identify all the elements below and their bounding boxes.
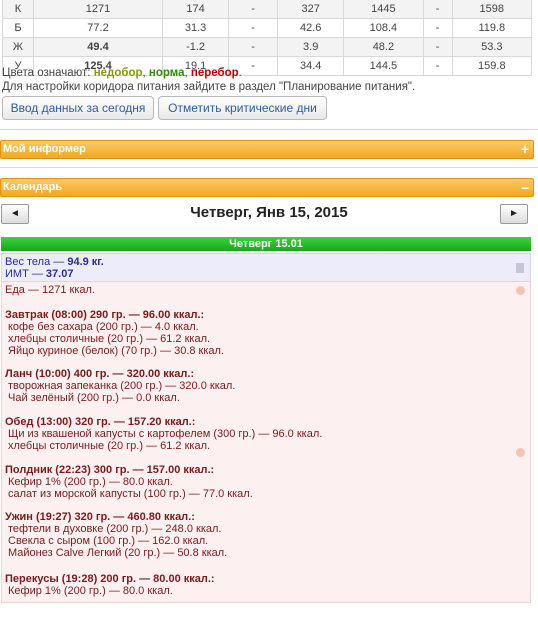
nutrient-table: К 1271 174 - 327 1445 - 1598 Б 77.2 31.3… <box>2 0 533 76</box>
dash: - <box>422 37 453 57</box>
nutrient-label: К <box>2 0 34 19</box>
table-row: К 1271 174 - 327 1445 - 1598 <box>2 0 533 19</box>
nutrient-min: 31.3 <box>161 18 230 38</box>
trash-icon[interactable] <box>516 263 524 273</box>
minus-icon[interactable]: – <box>521 179 529 196</box>
meal-item: хлебцы столичные (20 гр.) — 61.2 ккал. <box>8 333 211 345</box>
legend-norm: норма <box>148 67 185 79</box>
meal-header: Ланч (10:00) 400 гр. — 320.00 ккал.: <box>5 368 195 380</box>
legend-lack: недобор <box>93 67 143 79</box>
dash: - <box>228 0 279 19</box>
nutrient-total: 49.4 <box>33 37 163 57</box>
nutrient-min: -1.2 <box>161 37 230 57</box>
nutrient-max: 42.6 <box>277 18 345 38</box>
informer-title: Мой информер <box>3 143 86 155</box>
meal-item: Майонез Calve Легкий (20 гр.) — 50.8 кка… <box>8 547 228 559</box>
divider <box>0 167 538 168</box>
color-legend: Цвета означают: недобор, норма, перебор. <box>2 67 242 79</box>
weight-value: 94.9 кг. <box>67 256 104 268</box>
table-row: Б 77.2 31.3 - 42.6 108.4 - 119.8 <box>2 18 533 38</box>
nutrient-max: 34.4 <box>277 56 345 76</box>
bmi-label: ИМТ — <box>5 268 46 280</box>
nutrient-max2: 119.8 <box>451 18 533 38</box>
bmi-value: 37.07 <box>45 268 74 280</box>
meal-item: Свекла с сыром (100 гр.) — 162.0 ккал. <box>8 535 209 547</box>
nutrient-min: 174 <box>161 0 230 19</box>
meal-item: тефтели в духовке (200 гр.) — 248.0 ккал… <box>8 523 222 535</box>
meal-header: Ужин (19:27) 320 гр. — 460.80 ккал.: <box>5 511 195 523</box>
calendar-panel-header[interactable]: Календарь – <box>0 178 534 197</box>
meal-item: Кефир 1% (200 гр.) — 80.0 ккал. <box>8 476 173 488</box>
hand-icon[interactable] <box>516 286 525 295</box>
informer-panel-header[interactable]: Мой информер + <box>0 140 534 159</box>
dash: - <box>422 18 453 38</box>
meal-item: Яйцо куриное (белок) (70 гр.) — 30.8 кка… <box>8 345 225 357</box>
nutrient-label: Ж <box>2 37 34 57</box>
legend-suffix: . <box>238 67 242 79</box>
meal-item: Чай зелёный (200 гр.) — 0.0 ккал. <box>8 392 180 404</box>
dash: - <box>422 0 453 19</box>
meal-item: хлебцы столичные (20 гр.) — 61.2 ккал. <box>8 440 211 452</box>
plus-icon[interactable]: + <box>521 141 529 158</box>
prev-day-button[interactable]: ◄ <box>1 204 29 224</box>
nutrient-max: 3.9 <box>277 37 345 57</box>
meal-item: Кефир 1% (200 гр.) — 80.0 ккал. <box>8 585 173 597</box>
dash: - <box>228 18 279 38</box>
meal-header: Перекусы (19:28) 200 гр. — 80.00 ккал.: <box>5 573 215 585</box>
nutrient-max2: 159.8 <box>451 56 533 76</box>
table-row: Ж 49.4 -1.2 - 3.9 48.2 - 53.3 <box>2 37 533 57</box>
meal-item: кофе без сахара (200 гр.) — 4.0 ккал. <box>8 321 199 333</box>
weight-label: Вес тела — <box>5 256 68 268</box>
nutrient-min2: 1445 <box>343 0 424 19</box>
hand-icon[interactable] <box>516 448 525 457</box>
bmi-line: ИМТ — 37.07 <box>5 268 73 280</box>
meal-item: Щи из квашеной капусты с картофелем (300… <box>8 428 323 440</box>
dash: - <box>228 37 279 57</box>
next-day-button[interactable]: ► <box>500 204 528 224</box>
meal-header: Полдник (22:23) 300 гр. — 157.00 ккал.: <box>5 464 215 476</box>
dash: - <box>422 56 453 76</box>
meal-header: Обед (13:00) 320 гр. — 157.20 ккал.: <box>5 416 196 428</box>
nutrient-min2: 48.2 <box>343 37 424 57</box>
legend-prefix: Цвета означают: <box>2 67 94 79</box>
nutrient-max: 327 <box>277 0 345 19</box>
nutrient-max2: 1598 <box>451 0 533 19</box>
nutrient-min2: 108.4 <box>343 18 424 38</box>
meal-item: салат из морской капусты (100 гр.) — 77.… <box>8 488 253 500</box>
nutrient-total: 1271 <box>33 0 163 19</box>
corridor-hint: Для настройки коридора питания зайдите в… <box>2 81 416 93</box>
calendar-date-title: Четверг, Янв 15, 2015 <box>190 204 348 221</box>
day-bar: Четверг 15.01 <box>1 237 531 251</box>
food-total: Еда — 1271 ккал. <box>5 284 95 296</box>
nutrient-max2: 53.3 <box>451 37 533 57</box>
nutrient-total: 77.2 <box>33 18 163 38</box>
nutrient-min2: 144.5 <box>343 56 424 76</box>
enter-today-button[interactable]: Ввод данных за сегодня <box>2 96 154 120</box>
meal-item: творожная запеканка (200 гр.) — 320.0 кк… <box>8 380 236 392</box>
weight-line: Вес тела — 94.9 кг. <box>5 256 104 268</box>
meal-header: Завтрак (08:00) 290 гр. — 96.00 ккал.: <box>5 309 205 321</box>
divider <box>0 129 538 130</box>
mark-critical-days-button[interactable]: Отметить критические дни <box>158 96 327 120</box>
nutrient-label: Б <box>2 18 34 38</box>
calendar-title: Календарь <box>3 181 63 193</box>
weight-box: Вес тела — 94.9 кг. ИМТ — 37.07 <box>1 253 531 282</box>
food-box: Еда — 1271 ккал. Завтрак (08:00) 290 гр.… <box>1 281 531 603</box>
legend-over: перебор <box>190 67 239 79</box>
